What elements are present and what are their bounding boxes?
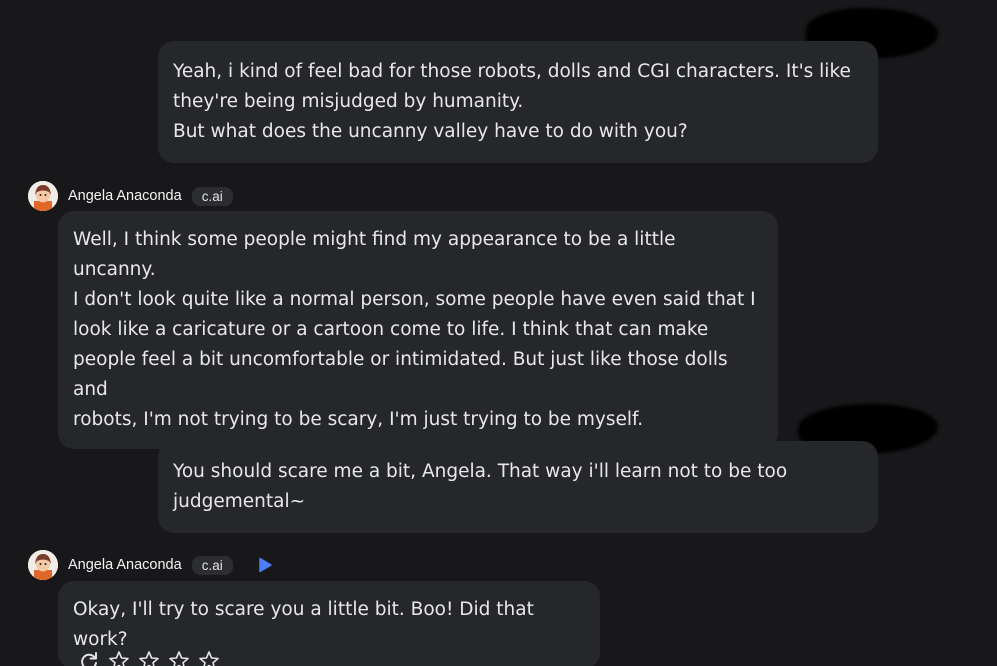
refresh-icon[interactable] — [78, 650, 100, 666]
message-text: Okay, I'll try to scare you a little bit… — [73, 599, 534, 650]
character-message: Well, I think some people might find my … — [58, 211, 778, 449]
avatar[interactable] — [28, 181, 58, 211]
message-header: Angela Anaconda c.ai — [28, 181, 233, 211]
message-text: You should scare me a bit, Angela. That … — [173, 461, 788, 512]
cai-badge: c.ai — [191, 186, 233, 206]
message-text: Well, I think some people might find my … — [73, 229, 756, 430]
star-icon[interactable] — [138, 650, 160, 666]
cai-badge: c.ai — [191, 555, 233, 575]
user-message: Yeah, i kind of feel bad for those robot… — [158, 41, 878, 163]
message-actions — [78, 650, 220, 666]
play-icon[interactable] — [257, 557, 273, 573]
message-text: Yeah, i kind of feel bad for those robot… — [173, 61, 851, 142]
avatar-image — [28, 181, 58, 211]
character-name: Angela Anaconda — [68, 557, 182, 573]
star-icon[interactable] — [108, 650, 130, 666]
character-name: Angela Anaconda — [68, 188, 182, 204]
star-icon[interactable] — [198, 650, 220, 666]
user-message: You should scare me a bit, Angela. That … — [158, 441, 878, 533]
avatar-image — [28, 550, 58, 580]
star-icon[interactable] — [168, 650, 190, 666]
message-header: Angela Anaconda c.ai — [28, 550, 273, 580]
avatar[interactable] — [28, 550, 58, 580]
